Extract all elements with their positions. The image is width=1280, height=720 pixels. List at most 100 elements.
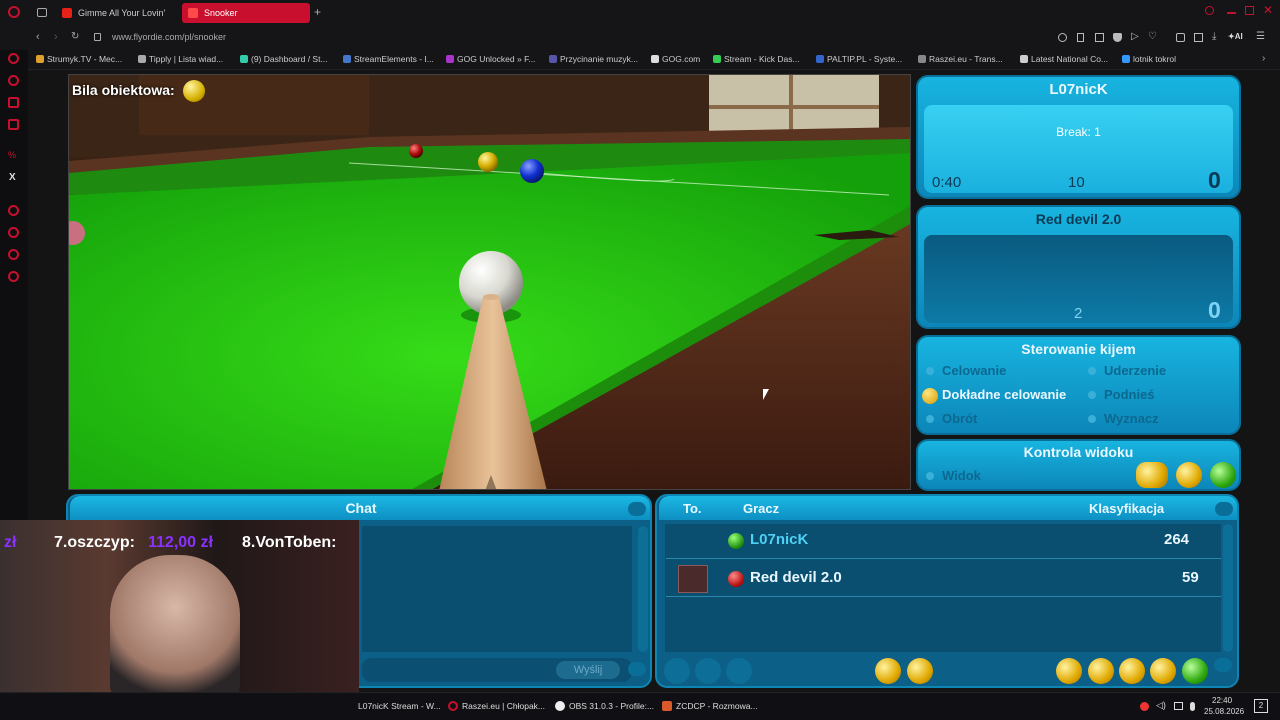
cue-control-panel: Sterowanie kijem Celowanie Uderzenie Dok… (916, 335, 1241, 435)
taskbar-item[interactable]: OBS 31.0.3 - Profile:... (555, 701, 654, 711)
chat-scrollbar[interactable] (638, 526, 648, 652)
bookmark-item[interactable]: Latest National Co... (1020, 54, 1108, 64)
bookmark-item[interactable]: StreamElements - I... (343, 54, 434, 64)
ranking-scrollbar[interactable] (1223, 524, 1233, 652)
rotate-view-button[interactable] (1176, 462, 1202, 488)
maximize-icon[interactable] (1245, 6, 1254, 15)
sidebar-clock-icon[interactable] (8, 227, 19, 238)
shield-icon[interactable] (1113, 33, 1122, 42)
cue-control-title: Sterowanie kijem (1021, 341, 1136, 357)
sidebar-notes-icon[interactable] (8, 119, 19, 130)
bookmark-item[interactable]: Stream - Kick Das... (713, 54, 800, 64)
object-ball-label: Bila obiektowa: (72, 82, 175, 98)
faded-button[interactable] (695, 658, 721, 684)
sound-icon[interactable] (907, 658, 933, 684)
network-icon[interactable] (1174, 702, 1183, 710)
chat-send-button[interactable]: Wyślij (556, 661, 620, 679)
faded-button[interactable] (664, 658, 690, 684)
ranking-row[interactable]: Red devil 2.0 59 (666, 561, 1221, 597)
bookmark-item[interactable]: GOG.com (651, 54, 700, 64)
window-controls[interactable]: ✕ (1205, 3, 1275, 18)
back-icon[interactable]: ‹ (36, 31, 40, 43)
clock-date[interactable]: 25.08.2026 (1204, 707, 1244, 716)
zoom-view-button[interactable] (1136, 462, 1168, 488)
bookmark-item[interactable]: GOG Unlocked » F... (446, 54, 535, 64)
sidebar-mail-icon[interactable] (8, 97, 19, 108)
sidebar-x-icon[interactable]: X (9, 172, 16, 183)
microphone-icon[interactable] (1190, 702, 1195, 711)
wallet-icon[interactable] (1194, 33, 1203, 42)
reload-icon[interactable]: ↻ (71, 31, 79, 42)
player-status-red-icon (728, 571, 744, 587)
tab-overview-icon[interactable] (37, 8, 47, 17)
url-field[interactable]: www.flyordie.com/pl/snooker (112, 32, 226, 42)
sidebar-percent-icon[interactable]: % (8, 150, 19, 161)
chat-collapse-icon[interactable] (628, 502, 646, 516)
trophy-icon[interactable] (1088, 658, 1114, 684)
bookmarks-more-icon[interactable]: › (1262, 53, 1265, 64)
ranking-collapse-icon[interactable] (1215, 502, 1233, 516)
option-strike[interactable]: Uderzenie (1104, 363, 1166, 378)
option-fine-aiming[interactable]: Dokładne celowanie (942, 387, 1066, 402)
bookmark-item[interactable]: Strumyk.TV - Mec... (36, 54, 122, 64)
lock-icon (94, 33, 101, 41)
pin-icon[interactable] (1077, 33, 1084, 42)
bookmark-item[interactable]: Przycinanie muzyk... (549, 54, 638, 64)
faded-button[interactable] (726, 658, 752, 684)
tab-music[interactable]: Gimme All Your Lovin' (56, 3, 176, 23)
search-icon[interactable] (1205, 6, 1214, 15)
exit-icon[interactable] (1182, 658, 1208, 684)
sidebar-settings-icon[interactable] (8, 271, 19, 282)
snooker-table-view[interactable] (68, 74, 911, 490)
help-icon[interactable] (1150, 658, 1176, 684)
bookmark-item[interactable]: PALTIP.PL - Syste... (816, 54, 902, 64)
taskbar-item[interactable]: ZCDCP - Rozmowa... (662, 701, 758, 711)
radio-icon (926, 415, 934, 423)
tray-icons[interactable]: ◁) (1140, 700, 1200, 712)
player1-break: Break: 1 (1056, 125, 1101, 139)
ranking-row[interactable]: L07nicK 264 (666, 523, 1221, 559)
bookmark-item[interactable]: Tipply | Lista wiad... (138, 54, 223, 64)
taskbar-item[interactable]: Raszei.eu | Chłopak... (448, 701, 545, 711)
sidebar-messenger-icon[interactable] (8, 75, 19, 86)
tray-app-icon[interactable] (1140, 702, 1149, 711)
volume-icon[interactable]: ◁) (1156, 700, 1166, 711)
taskbar: L07nicK Stream - W... Raszei.eu | Chłopa… (0, 692, 1280, 720)
top-view-button[interactable] (1210, 462, 1236, 488)
heart-icon[interactable]: ♡ (1148, 31, 1157, 42)
sidebar-heart-icon[interactable] (8, 249, 19, 260)
clock-time[interactable]: 22:40 (1212, 696, 1232, 705)
player-icon[interactable]: ▷ (1131, 31, 1139, 42)
settings-icon[interactable] (875, 658, 901, 684)
bookmark-item[interactable]: Raszei.eu - Trans... (918, 54, 1003, 64)
forward-icon[interactable]: › (54, 31, 58, 43)
bookmark-item[interactable]: (9) Dashboard / St... (240, 54, 328, 64)
screenshot-icon[interactable] (1095, 33, 1104, 42)
tab-snooker[interactable]: Snooker (182, 3, 310, 23)
option-mark[interactable]: Wyznacz (1104, 411, 1159, 426)
taskbar-item[interactable]: L07nicK Stream - W... (358, 701, 441, 711)
sidebar-history-icon[interactable] (8, 205, 19, 216)
notification-icon[interactable]: 2 (1254, 699, 1268, 713)
chat-down-icon[interactable] (628, 662, 646, 676)
option-aiming[interactable]: Celowanie (942, 363, 1006, 378)
zoom-icon[interactable] (1058, 33, 1067, 42)
option-rotate[interactable]: Obrót (942, 411, 977, 426)
toolbar-icons: ▷ ♡ ⤓ ✦AI ☰ (1058, 31, 1268, 45)
browser-logo-icon[interactable] (8, 6, 20, 18)
ai-icon[interactable]: ✦AI (1228, 32, 1243, 41)
sidebar-aria-icon[interactable] (8, 53, 19, 64)
add-friend-icon[interactable] (1056, 658, 1082, 684)
chat-bubbles-icon[interactable] (1119, 658, 1145, 684)
player-status-green-icon (728, 533, 744, 549)
option-raise[interactable]: Podnieś (1104, 387, 1155, 402)
download-icon[interactable]: ⤓ (1212, 31, 1216, 42)
new-tab-button[interactable]: + (314, 5, 321, 19)
close-icon[interactable]: ✕ (1263, 3, 1273, 17)
minimize-icon[interactable] (1227, 12, 1236, 14)
scroll-down-icon[interactable] (1214, 658, 1232, 672)
extensions-icon[interactable] (1176, 33, 1185, 42)
bookmark-item[interactable]: lotnik tokrol (1122, 54, 1176, 64)
option-view[interactable]: Widok (942, 468, 981, 483)
menu-icon[interactable]: ☰ (1256, 31, 1265, 42)
